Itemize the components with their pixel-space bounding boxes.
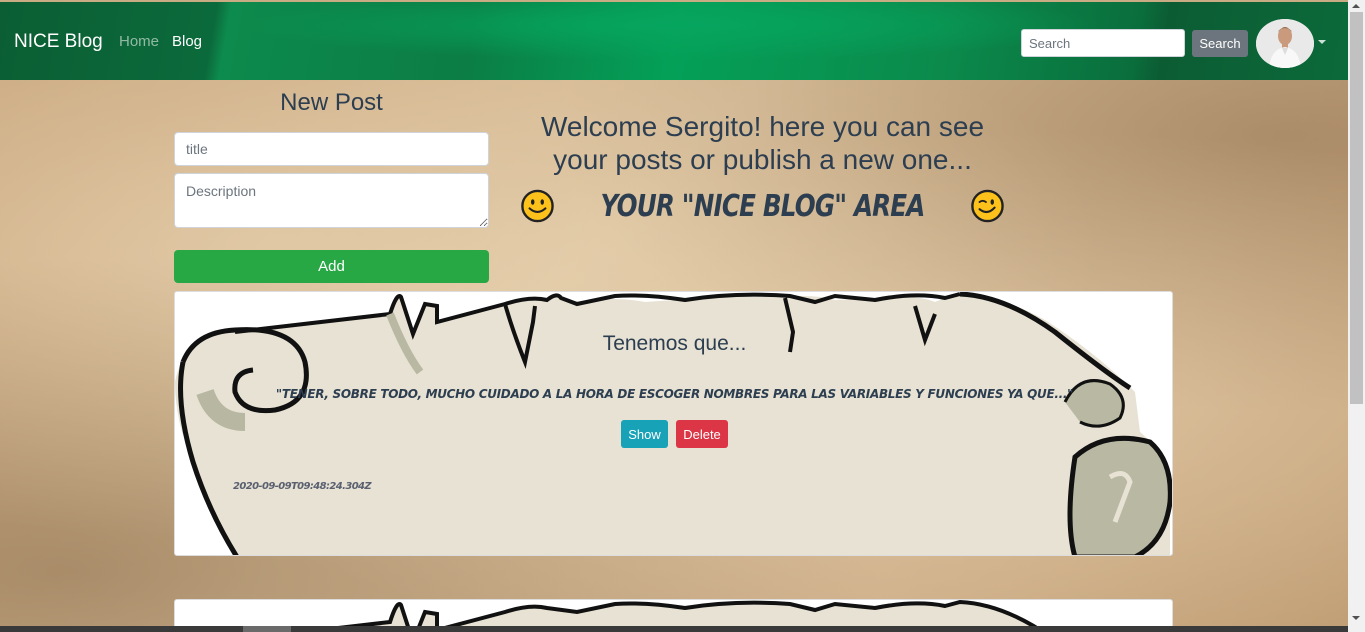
- scroll-up-arrow-icon[interactable]: [1352, 4, 1360, 8]
- welcome-message: Welcome Sergito! here you can see your p…: [520, 110, 1005, 176]
- user-avatar[interactable]: [1256, 19, 1314, 68]
- caret-down-icon[interactable]: [1318, 40, 1326, 44]
- show-post-button[interactable]: Show: [621, 420, 668, 448]
- post-description: "TENER, SOBRE TODO, MUCHO CUIDADO A LA H…: [275, 387, 1074, 401]
- welcome-line-2: your posts or publish a new one...: [553, 144, 972, 175]
- post-title-input[interactable]: [174, 132, 489, 166]
- blog-area-text: YOUR "NICE BLOG" AREA: [600, 188, 926, 224]
- post-description-input[interactable]: [174, 173, 489, 228]
- search-input[interactable]: [1021, 29, 1185, 57]
- welcome-line-1: Welcome Sergito! here you can see: [540, 111, 985, 142]
- smile-emoji-icon: [521, 189, 554, 223]
- blog-area-banner: YOUR "NICE BLOG" AREA: [520, 182, 1005, 230]
- navbar: NICE Blog Home Blog Search: [0, 2, 1348, 80]
- delete-post-button[interactable]: Delete: [676, 420, 728, 448]
- search-button[interactable]: Search: [1192, 30, 1248, 57]
- post-title: Tenemos que...: [602, 332, 747, 355]
- scrollbar-thumb[interactable]: [1350, 12, 1363, 404]
- add-post-button[interactable]: Add: [174, 250, 489, 283]
- taskbar: [0, 626, 1348, 632]
- nav-link-blog[interactable]: Blog: [172, 33, 202, 50]
- nav-link-home[interactable]: Home: [119, 33, 159, 50]
- scroll-down-arrow-icon[interactable]: [1352, 616, 1360, 620]
- post-card: Tenemos que... "TENER, SOBRE TODO, MUCHO…: [174, 291, 1173, 556]
- wink-emoji-icon: [971, 189, 1004, 223]
- new-post-heading: New Post: [280, 89, 383, 116]
- brand-logo[interactable]: NICE Blog: [14, 31, 103, 53]
- post-date: 2020-09-09T09:48:24.304Z: [233, 481, 372, 492]
- taskbar-item[interactable]: [243, 626, 291, 632]
